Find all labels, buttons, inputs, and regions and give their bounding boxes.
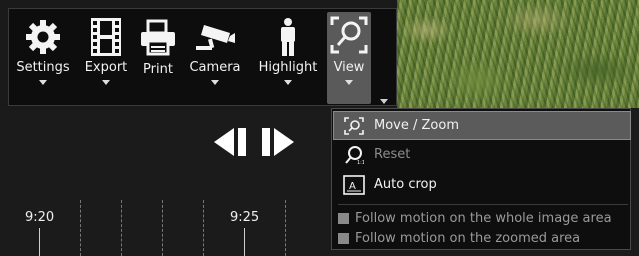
- zoom-frame-icon: [330, 12, 368, 59]
- menu-item-label: Reset: [374, 147, 411, 162]
- camera-image: [397, 0, 639, 108]
- toolbar: Settings Export Print Camera Highlight V…: [8, 8, 397, 106]
- print-button[interactable]: Print: [136, 15, 180, 101]
- settings-label: Settings: [16, 60, 70, 75]
- export-label: Export: [84, 60, 128, 75]
- film-icon: [89, 15, 123, 59]
- view-button[interactable]: View: [327, 12, 371, 104]
- timeline-tick: [121, 200, 122, 256]
- menu-divider: [338, 204, 628, 205]
- timeline-tick: [203, 200, 204, 256]
- zoom-reset-icon: 1:1: [334, 145, 374, 165]
- checkbox-box[interactable]: [338, 212, 349, 224]
- view-label: View: [333, 60, 365, 75]
- chevron-down-icon: [345, 80, 353, 85]
- follow-whole-label: Follow motion on the whole image area: [355, 210, 612, 226]
- camera-label: Camera: [189, 60, 241, 75]
- menu-item-label: Auto crop: [374, 177, 437, 192]
- chevron-down-icon: [39, 80, 47, 85]
- checkbox-box[interactable]: [338, 232, 349, 244]
- timeline-tick: [244, 228, 245, 256]
- person-icon: [277, 15, 299, 59]
- playback-controls: [214, 126, 294, 162]
- timeline-tick: [162, 200, 163, 256]
- timeline-tick: [39, 228, 40, 256]
- svg-text:1:1: 1:1: [357, 160, 364, 165]
- menu-item-move-zoom[interactable]: Move / Zoom: [333, 111, 631, 140]
- view-menu: Move / Zoom 1:1 Reset A Auto crop Follow…: [331, 108, 631, 250]
- chevron-down-icon: [284, 80, 292, 85]
- timeline-label-925: 9:25: [230, 210, 260, 225]
- settings-button[interactable]: Settings: [12, 15, 74, 101]
- follow-zoomed-label: Follow motion on the zoomed area: [355, 230, 581, 246]
- svg-text:A: A: [349, 181, 356, 192]
- menu-item-auto-crop[interactable]: A Auto crop: [334, 171, 630, 198]
- chevron-down-icon: [211, 80, 219, 85]
- menu-item-label: Move / Zoom: [374, 118, 459, 133]
- print-label: Print: [143, 62, 173, 77]
- follow-zoomed-checkbox[interactable]: Follow motion on the zoomed area: [338, 229, 580, 247]
- zoom-frame-icon: [334, 116, 374, 135]
- highlight-button[interactable]: Highlight: [255, 15, 321, 101]
- printer-icon: [138, 15, 178, 59]
- timeline-tick: [80, 200, 81, 256]
- highlight-label: Highlight: [258, 60, 318, 75]
- step-back-icon[interactable]: [214, 126, 248, 162]
- chevron-down-icon: [102, 80, 110, 85]
- timeline-tick: [285, 200, 286, 256]
- step-forward-icon[interactable]: [260, 126, 294, 162]
- camera-button[interactable]: Camera: [185, 15, 245, 101]
- security-camera-icon: [194, 15, 236, 59]
- timeline-label-920: 9:20: [25, 210, 55, 225]
- gear-icon: [24, 15, 62, 59]
- auto-crop-icon: A: [334, 174, 374, 195]
- export-button[interactable]: Export: [78, 15, 134, 101]
- toolbar-overflow-icon[interactable]: [380, 99, 388, 104]
- menu-item-reset[interactable]: 1:1 Reset: [334, 141, 630, 168]
- follow-whole-checkbox[interactable]: Follow motion on the whole image area: [338, 209, 612, 227]
